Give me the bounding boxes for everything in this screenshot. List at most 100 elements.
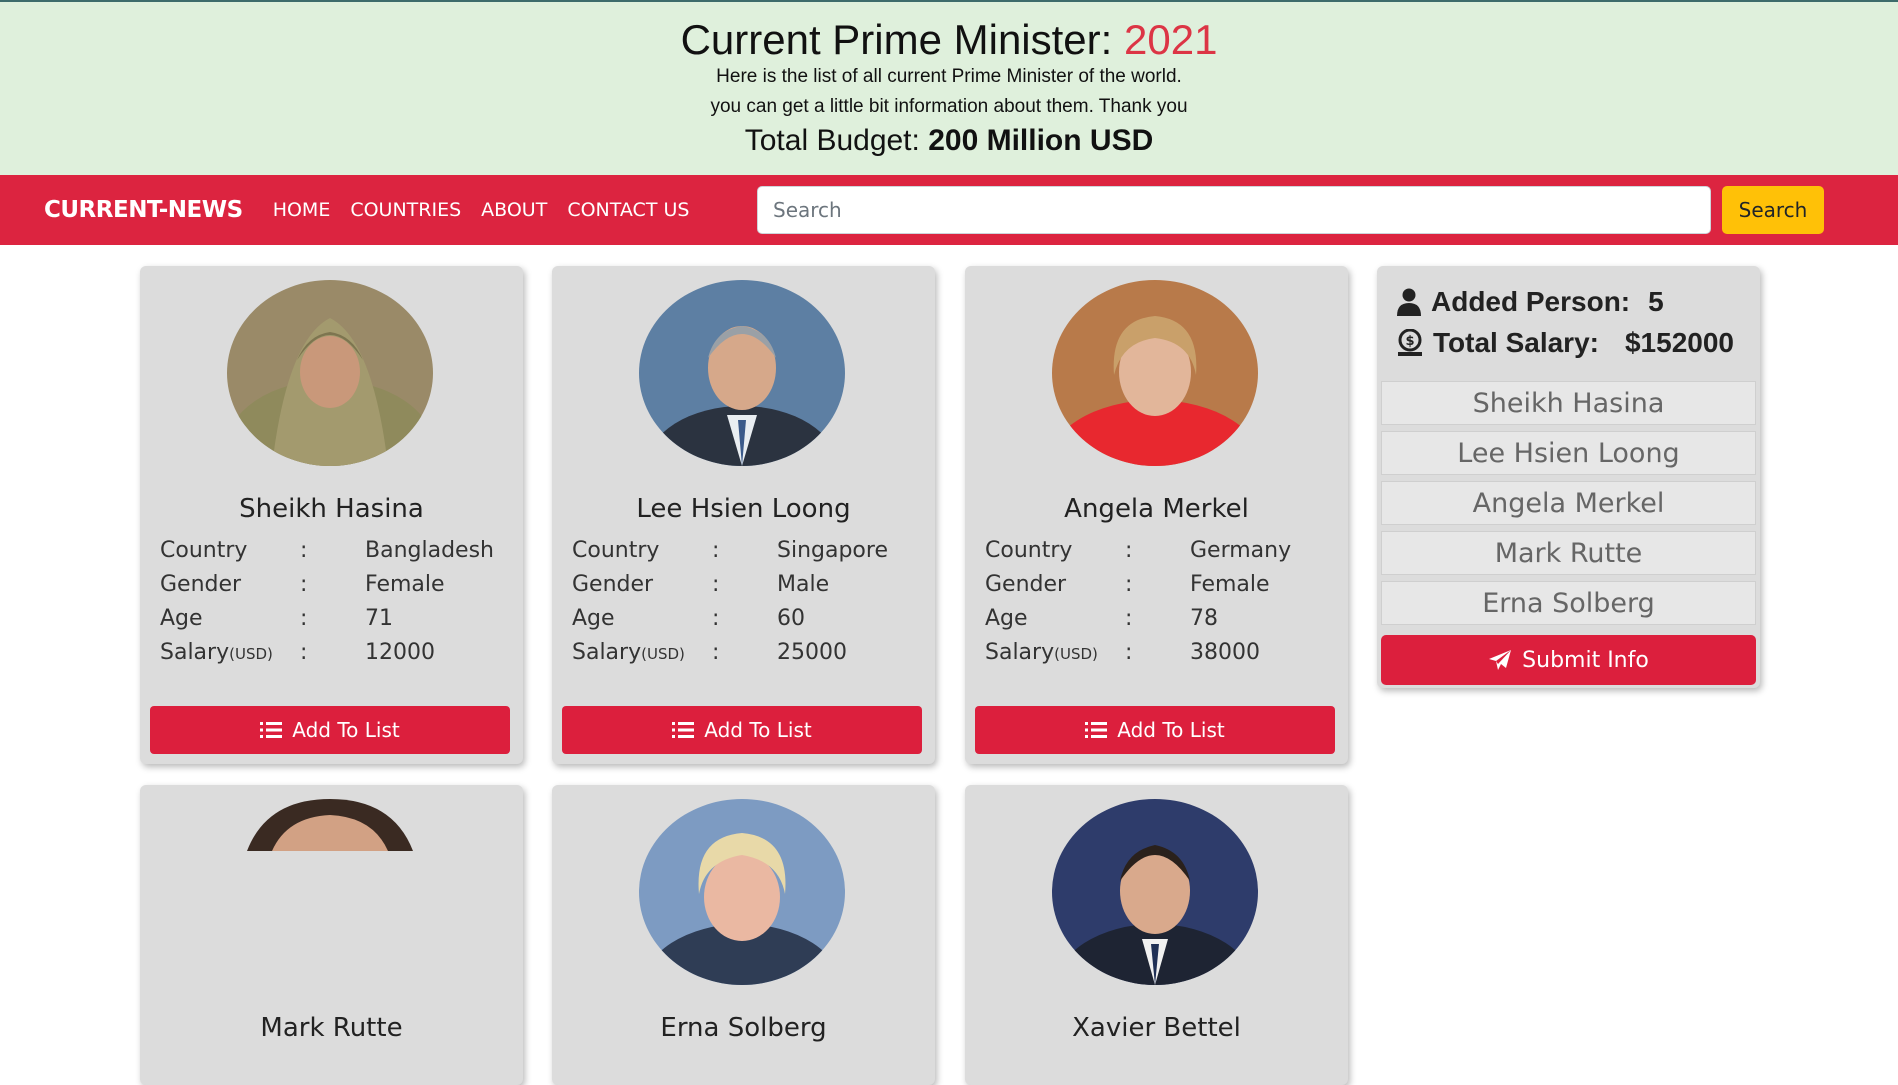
info-value: 25000: [777, 640, 847, 665]
budget-value: 200 Million USD: [928, 124, 1154, 157]
portrait-image: [1052, 799, 1258, 985]
info-label: Salary(USD): [572, 640, 712, 674]
nav-links: HOME COUNTRIES ABOUT CONTACT US: [273, 199, 710, 221]
info-value: Singapore: [777, 538, 888, 563]
pm-photo: [639, 799, 845, 985]
pm-card: Xavier Bettel: [965, 785, 1348, 1085]
nav-link-countries[interactable]: COUNTRIES: [350, 199, 461, 221]
info-colon: :: [712, 538, 720, 563]
pm-name: Erna Solberg: [660, 1013, 827, 1043]
pm-photo: [1052, 280, 1258, 466]
info-colon: :: [300, 538, 308, 563]
portrait-image: [1052, 280, 1258, 466]
list-item: Angela Merkel: [1381, 481, 1756, 525]
list-icon: [1085, 722, 1108, 738]
info-colon: :: [1125, 538, 1133, 563]
info-row-country: Country: Singapore: [572, 538, 917, 572]
portrait-image: [639, 799, 845, 985]
summary-panel: Added Person: 5 $ Total Salary: $152000 …: [1377, 266, 1760, 688]
info-value: 71: [365, 606, 393, 631]
add-to-list-button[interactable]: Add To List: [150, 706, 510, 754]
info-value: 60: [777, 606, 805, 631]
list-icon: [672, 722, 695, 738]
list-item: Sheikh Hasina: [1381, 381, 1756, 425]
salary-label: Salary: [572, 640, 642, 665]
search-placeholder: Search: [773, 198, 842, 222]
info-value: Female: [365, 572, 445, 597]
added-person-line: Added Person: 5: [1397, 286, 1664, 318]
info-value: 38000: [1190, 640, 1260, 665]
nav-link-about[interactable]: ABOUT: [481, 199, 547, 221]
money-icon: $: [1398, 329, 1422, 356]
info-label: Country: [572, 538, 660, 563]
added-person-list: Sheikh Hasina Lee Hsien Loong Angela Mer…: [1381, 381, 1756, 631]
search-button[interactable]: Search: [1722, 186, 1824, 234]
pm-photo: [1052, 799, 1258, 985]
intro-line-2: you can get a little bit information abo…: [710, 96, 1188, 117]
search-input[interactable]: Search: [757, 186, 1711, 234]
title-year: 2021: [1124, 16, 1218, 63]
page-header: Current Prime Minister: 2021 Here is the…: [0, 0, 1898, 175]
info-value: Bangladesh: [365, 538, 494, 563]
info-row-age: Age: 78: [985, 606, 1330, 640]
submit-info-button[interactable]: Submit Info: [1381, 635, 1756, 685]
title-prefix: Current Prime Minister:: [680, 16, 1113, 63]
user-icon: [1397, 288, 1421, 316]
add-button-label: Add To List: [704, 718, 812, 742]
navbar: CURRENT-NEWS HOME COUNTRIES ABOUT CONTAC…: [0, 175, 1898, 245]
add-to-list-button[interactable]: Add To List: [562, 706, 922, 754]
info-colon: :: [1125, 606, 1133, 631]
info-colon: :: [712, 606, 720, 631]
total-salary-label: Total Salary:: [1433, 327, 1599, 358]
add-button-label: Add To List: [292, 718, 400, 742]
pm-photo: [227, 280, 433, 466]
pm-name: Xavier Bettel: [1072, 1013, 1241, 1043]
pm-photo: [227, 799, 433, 851]
info-colon: :: [300, 606, 308, 631]
list-item: Mark Rutte: [1381, 531, 1756, 575]
portrait-image: [247, 799, 413, 851]
portrait-image: [227, 280, 433, 466]
info-label: Gender: [985, 572, 1067, 597]
info-label: Salary(USD): [985, 640, 1125, 674]
add-button-label: Add To List: [1117, 718, 1225, 742]
nav-link-home[interactable]: HOME: [273, 199, 331, 221]
pm-photo: [639, 280, 845, 466]
info-label: Salary(USD): [160, 640, 300, 674]
salary-unit: (USD): [229, 645, 273, 663]
info-value: 78: [1190, 606, 1218, 631]
portrait-image: [639, 280, 845, 466]
list-item: Erna Solberg: [1381, 581, 1756, 625]
salary-label: Salary: [985, 640, 1055, 665]
nav-link-contact[interactable]: CONTACT US: [567, 199, 689, 221]
pm-card: Sheikh Hasina Country: Bangladesh Gender:…: [140, 266, 523, 764]
svg-text:$: $: [1405, 334, 1414, 349]
pm-name: Mark Rutte: [260, 1013, 403, 1043]
page-title: Current Prime Minister: 2021: [0, 18, 1898, 62]
intro-line-1: Here is the list of all current Prime Mi…: [716, 66, 1182, 87]
info-row-salary: Salary(USD): 25000: [572, 640, 917, 674]
add-to-list-button[interactable]: Add To List: [975, 706, 1335, 754]
info-colon: :: [712, 640, 720, 665]
info-value: Female: [1190, 572, 1270, 597]
info-row-gender: Gender: Male: [572, 572, 917, 606]
total-salary-value: $152000: [1624, 327, 1734, 358]
brand-logo[interactable]: CURRENT-NEWS: [44, 197, 243, 223]
info-colon: :: [300, 572, 308, 597]
info-label: Age: [985, 606, 1028, 631]
pm-info: Country: Singapore Gender: Male Age: 60 Sal…: [572, 538, 917, 674]
info-row-gender: Gender: Female: [985, 572, 1330, 606]
pm-info: Country: Bangladesh Gender: Female Age:71 …: [160, 538, 505, 674]
info-colon: :: [300, 640, 308, 665]
info-value: Germany: [1190, 538, 1292, 563]
info-colon: :: [1125, 572, 1133, 597]
pm-name: Angela Merkel: [1064, 494, 1249, 524]
pm-card: Mark Rutte: [140, 785, 523, 1085]
pm-card: Angela Merkel Country: Germany Gender: Fem…: [965, 266, 1348, 764]
pm-name: Lee Hsien Loong: [636, 494, 851, 524]
info-row-age: Age: 60: [572, 606, 917, 640]
salary-label: Salary: [160, 640, 230, 665]
pm-info: Country: Germany Gender: Female Age: 78 Sal…: [985, 538, 1330, 674]
salary-unit: (USD): [1054, 645, 1098, 663]
info-value: 12000: [365, 640, 435, 665]
